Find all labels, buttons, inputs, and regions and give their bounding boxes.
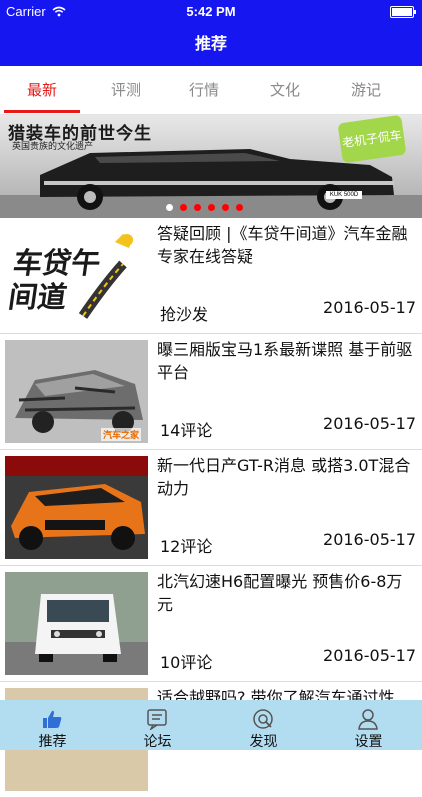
- banner-carousel[interactable]: 猎装车的前世今生 英国贵族的文化遗产 老机子侃车 KUK 500D: [0, 115, 422, 218]
- bottom-tab-bar: 推荐 论坛 发现 设置: [0, 700, 422, 750]
- news-thumbnail: 车贷午间道: [5, 224, 148, 327]
- news-title: 答疑回顾 |《车贷午间道》汽车金融专家在线答疑: [157, 224, 408, 266]
- news-date: 2016-05-17: [323, 646, 416, 665]
- user-icon: [357, 708, 379, 730]
- tab-travel[interactable]: 游记: [324, 66, 408, 114]
- page-dot-5[interactable]: [222, 204, 229, 211]
- page-dot-4[interactable]: [208, 204, 215, 211]
- clock-label: 5:42 PM: [186, 4, 236, 19]
- tabbar-settings[interactable]: 设置: [316, 700, 421, 750]
- page-dot-2[interactable]: [180, 204, 187, 211]
- forum-icon: [146, 708, 168, 732]
- page-title: 推荐: [194, 34, 227, 53]
- tabbar-label: 设置: [354, 734, 383, 750]
- tabbar-recommend[interactable]: 推荐: [0, 700, 105, 750]
- news-title: 新一代日产GT-R消息 或搭3.0T混合动力: [157, 456, 411, 498]
- tabbar-label: 发现: [249, 734, 278, 750]
- tabbar-discover[interactable]: 发现: [211, 700, 316, 750]
- active-tab-indicator: [4, 110, 80, 113]
- tabbar-label: 推荐: [38, 734, 67, 750]
- thumbnail-watermark: 汽车之家: [101, 428, 142, 441]
- tab-review[interactable]: 评测: [84, 66, 168, 114]
- news-thumbnail: [5, 572, 148, 675]
- tabbar-forum[interactable]: 论坛: [105, 700, 210, 750]
- tab-latest[interactable]: 最新: [0, 66, 84, 114]
- news-item[interactable]: 车贷午间道 答疑回顾 |《车贷午间道》汽车金融专家在线答疑 抢沙发 2016-0…: [0, 218, 422, 334]
- thumbs-up-icon: [41, 708, 63, 730]
- news-item[interactable]: 汽车之家 曝三厢版宝马1系最新谍照 基于前驱平台 14评论 2016-05-17: [0, 334, 422, 450]
- news-title: 曝三厢版宝马1系最新谍照 基于前驱平台: [157, 340, 413, 382]
- tabbar-label: 论坛: [143, 734, 172, 750]
- page-dot-1[interactable]: [166, 204, 173, 211]
- news-thumbnail: 汽车之家: [5, 340, 148, 443]
- discover-icon: [252, 708, 274, 730]
- news-thumbnail: [5, 456, 148, 559]
- license-plate-text: KUK 500D: [329, 192, 359, 198]
- news-comment-count: 12评论: [160, 537, 213, 556]
- navigation-bar: 推荐: [0, 22, 422, 66]
- news-comment-count: 抢沙发: [160, 305, 209, 324]
- page-dot-3[interactable]: [194, 204, 201, 211]
- news-date: 2016-05-17: [323, 414, 416, 433]
- thumbnail-logo-text: 车贷午间道: [6, 246, 103, 314]
- news-item[interactable]: 新一代日产GT-R消息 或搭3.0T混合动力 12评论 2016-05-17: [0, 450, 422, 566]
- battery-icon: [390, 6, 416, 18]
- news-date: 2016-05-17: [323, 298, 416, 317]
- news-comment-count: 14评论: [160, 421, 213, 440]
- status-bar: Carrier 5:42 PM: [0, 0, 422, 22]
- banner-subcaption: 英国贵族的文化遗产: [12, 142, 94, 152]
- news-date: 2016-05-17: [323, 530, 416, 549]
- tab-culture[interactable]: 文化: [243, 66, 327, 114]
- news-item[interactable]: 北汽幻速H6配置曝光 预售价6-8万元 10评论 2016-05-17: [0, 566, 422, 682]
- category-tabs: 最新 评测 行情 文化 游记: [0, 66, 422, 115]
- tab-market[interactable]: 行情: [162, 66, 246, 114]
- page-dot-6[interactable]: [236, 204, 243, 211]
- news-comment-count: 10评论: [160, 653, 213, 672]
- news-title: 北汽幻速H6配置曝光 预售价6-8万元: [157, 572, 403, 614]
